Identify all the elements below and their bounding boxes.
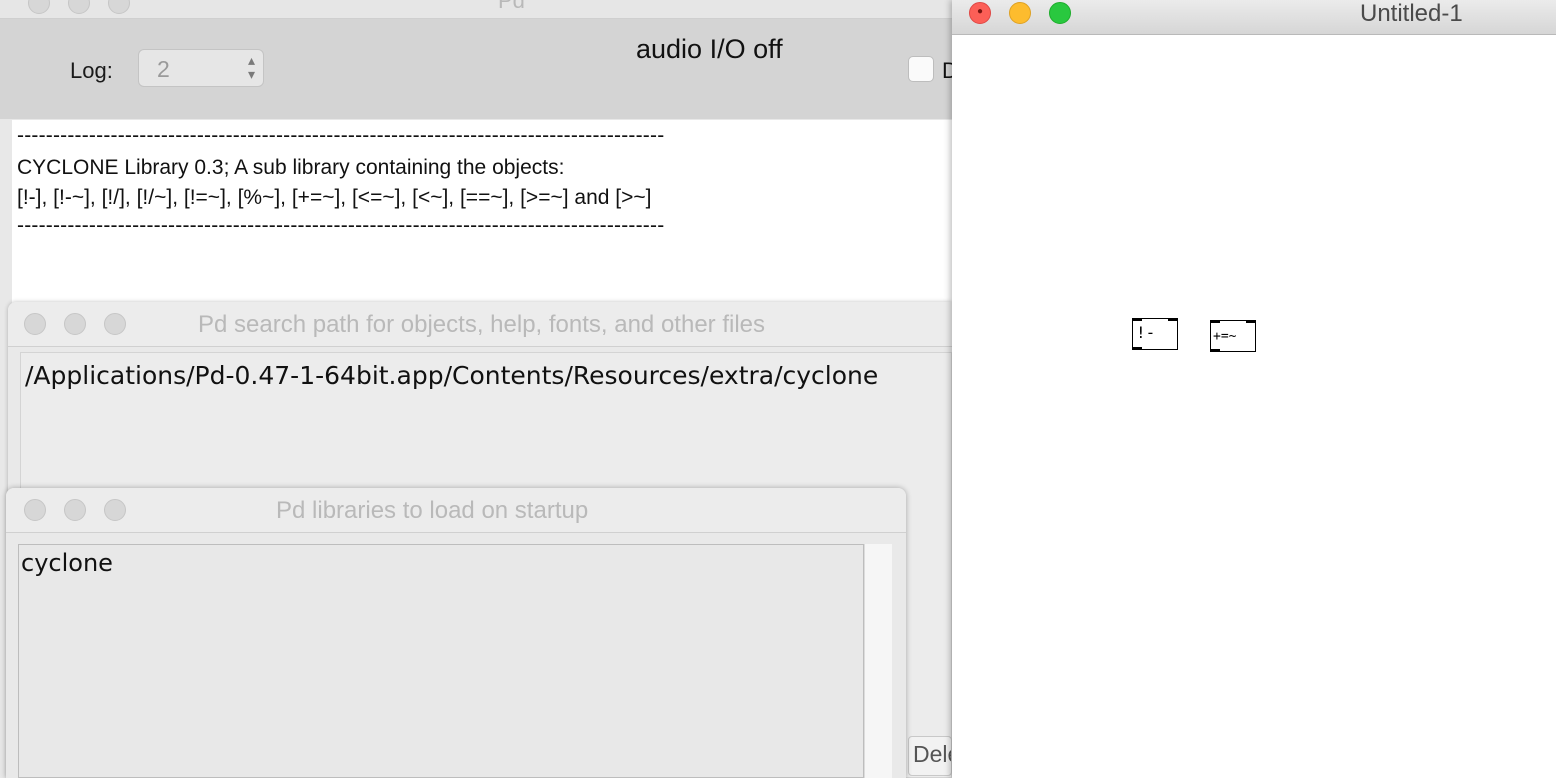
outlet[interactable] [1132,347,1142,350]
close-icon[interactable]: ● [969,2,991,24]
delete-button-label: Delete [913,741,951,767]
up-down-chevron-icon: ▴ ▾ [247,52,255,82]
minimize-icon[interactable] [64,499,86,521]
console-output: ----------------------------------------… [12,120,952,310]
dsp-checkbox[interactable] [908,56,934,82]
list-item[interactable]: /Applications/Pd-0.47-1-64bit.app/Conten… [25,361,878,390]
pd-object-box[interactable]: !- [1132,318,1178,350]
zoom-icon[interactable] [104,313,126,335]
inlet[interactable] [1210,320,1220,323]
dsp-label: DSP [942,58,952,83]
object-text: !- [1136,323,1156,342]
patch-titlebar[interactable]: ● Untitled-1 [952,0,1556,35]
log-level-select[interactable]: 2 ▴ ▾ [138,49,264,87]
pd-main-titlebar[interactable]: Pd [0,0,952,19]
zoom-icon[interactable] [1049,2,1071,24]
minimize-icon[interactable] [68,0,90,14]
delete-button[interactable]: Delete [908,736,952,776]
close-icon[interactable] [24,499,46,521]
object-text: +=~ [1213,329,1237,344]
close-dot-icon: ● [977,6,984,17]
patch-window: ● Untitled-1 !- +=~ [952,0,1556,778]
patch-title: Untitled-1 [1360,0,1463,27]
close-icon[interactable] [28,0,50,14]
inlet[interactable] [1132,318,1142,321]
zoom-icon[interactable] [108,0,130,14]
close-icon[interactable] [24,313,46,335]
outlet[interactable] [1210,349,1220,352]
pd-object-box[interactable]: +=~ [1210,320,1256,352]
log-level-value: 2 [157,56,170,82]
window-title: Pd [498,0,525,13]
startup-libraries-dialog: Pd libraries to load on startup cyclone [6,488,906,778]
minimize-icon[interactable] [64,313,86,335]
list-item[interactable]: cyclone [21,549,113,577]
zoom-icon[interactable] [104,499,126,521]
libraries-scrollbar[interactable] [864,544,892,778]
libraries-list[interactable]: cyclone [18,544,864,778]
search-path-title: Pd search path for objects, help, fonts,… [198,311,765,338]
startup-libraries-titlebar[interactable]: Pd libraries to load on startup [6,488,906,533]
search-path-titlebar[interactable]: Pd search path for objects, help, fonts,… [8,302,952,347]
console-line: CYCLONE Library 0.3; A sub library conta… [17,156,565,179]
minimize-icon[interactable] [1009,2,1031,24]
console-line: [!-], [!-~], [!/], [!/~], [!=~], [%~], [… [17,186,652,209]
inlet[interactable] [1246,320,1256,323]
console-line: ----------------------------------------… [17,214,665,237]
startup-libraries-title: Pd libraries to load on startup [276,497,589,524]
inlet[interactable] [1168,318,1178,321]
audio-status: audio I/O off [636,34,783,64]
console-line: ----------------------------------------… [17,124,665,147]
log-label: Log: [70,58,113,83]
